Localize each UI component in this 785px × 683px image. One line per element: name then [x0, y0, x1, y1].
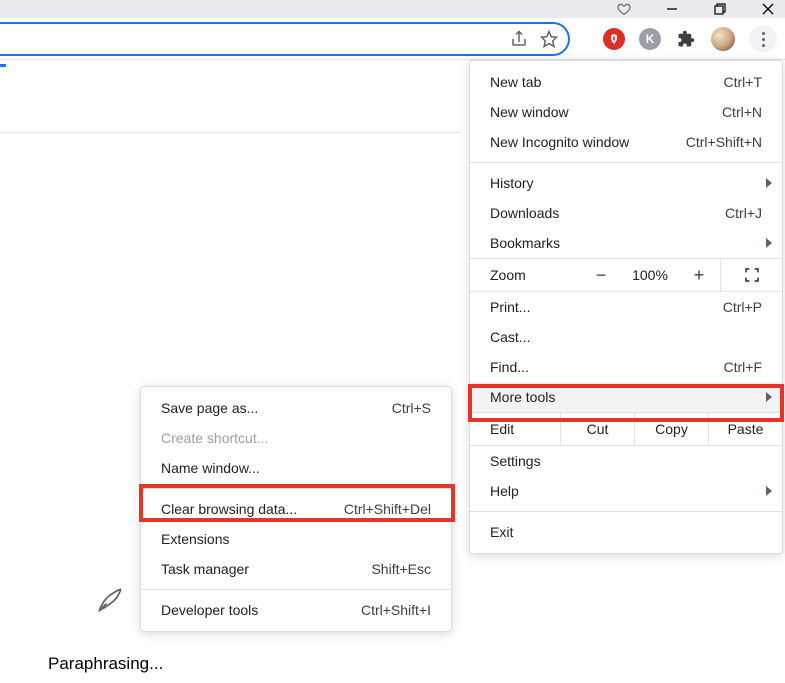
- menu-print[interactable]: Print... Ctrl+P: [470, 292, 782, 322]
- submenu-extensions[interactable]: Extensions: [141, 524, 451, 554]
- submenu-create-shortcut: Create shortcut...: [141, 423, 451, 453]
- submenu-label: Developer tools: [161, 602, 361, 618]
- omnibox[interactable]: [0, 22, 570, 56]
- window-controls: [0, 0, 785, 18]
- menu-bookmarks[interactable]: Bookmarks: [470, 228, 782, 258]
- pen-icon: [96, 586, 124, 614]
- submenu-label: Task manager: [161, 561, 371, 577]
- copy-button[interactable]: Copy: [634, 413, 708, 445]
- paste-button[interactable]: Paste: [708, 413, 782, 445]
- submenu-shortcut: Ctrl+S: [392, 400, 431, 416]
- menu-label: Help: [490, 483, 762, 499]
- submenu-shortcut: Shift+Esc: [371, 561, 431, 577]
- fullscreen-button[interactable]: [720, 259, 782, 291]
- submenu-shortcut: Ctrl+Shift+Del: [344, 501, 431, 517]
- menu-label: New tab: [490, 74, 724, 90]
- submenu-label: Extensions: [161, 531, 431, 547]
- menu-shortcut: Ctrl+Shift+N: [686, 134, 762, 150]
- menu-shortcut: Ctrl+N: [722, 104, 762, 120]
- submenu-save-page[interactable]: Save page as... Ctrl+S: [141, 393, 451, 423]
- profile-avatar[interactable]: [711, 27, 735, 51]
- submenu-label: Save page as...: [161, 400, 392, 416]
- menu-label: New window: [490, 104, 722, 120]
- submenu-separator: [141, 488, 451, 489]
- menu-exit[interactable]: Exit: [470, 517, 782, 547]
- zoom-out-button[interactable]: −: [580, 265, 622, 286]
- chevron-right-icon: [766, 238, 774, 248]
- submenu-separator: [141, 589, 451, 590]
- menu-find[interactable]: Find... Ctrl+F: [470, 352, 782, 382]
- close-icon[interactable]: [761, 2, 775, 16]
- submenu-label: Clear browsing data...: [161, 501, 344, 517]
- more-tools-submenu: Save page as... Ctrl+S Create shortcut..…: [140, 386, 452, 632]
- minimize-icon[interactable]: [665, 2, 679, 16]
- submenu-developer-tools[interactable]: Developer tools Ctrl+Shift+I: [141, 595, 451, 625]
- restore-icon[interactable]: [713, 2, 727, 16]
- menu-label: Downloads: [490, 205, 725, 221]
- extension-ublock-icon[interactable]: [603, 28, 625, 50]
- zoom-label: Zoom: [470, 267, 580, 283]
- menu-cast[interactable]: Cast...: [470, 322, 782, 352]
- menu-downloads[interactable]: Downloads Ctrl+J: [470, 198, 782, 228]
- menu-label: Bookmarks: [490, 235, 762, 251]
- menu-label: Find...: [490, 359, 724, 375]
- toolbar: K: [0, 18, 785, 60]
- menu-label: Cast...: [490, 329, 762, 345]
- share-icon[interactable]: [510, 30, 528, 48]
- menu-shortcut: Ctrl+F: [724, 359, 763, 375]
- chrome-menu-button[interactable]: [749, 25, 777, 53]
- menu-new-window[interactable]: New window Ctrl+N: [470, 97, 782, 127]
- chevron-right-icon: [766, 178, 774, 188]
- menu-separator: [470, 511, 782, 512]
- menu-new-incognito[interactable]: New Incognito window Ctrl+Shift+N: [470, 127, 782, 157]
- zoom-in-button[interactable]: +: [678, 265, 720, 286]
- menu-shortcut: Ctrl+T: [724, 74, 763, 90]
- extensions-puzzle-icon[interactable]: [675, 28, 697, 50]
- menu-zoom-row: Zoom − 100% +: [470, 258, 782, 292]
- submenu-shortcut: Ctrl+Shift+I: [361, 602, 431, 618]
- submenu-clear-browsing-data[interactable]: Clear browsing data... Ctrl+Shift+Del: [141, 494, 451, 524]
- menu-shortcut: Ctrl+P: [723, 299, 762, 315]
- chevron-right-icon: [766, 486, 774, 496]
- omnibox-input[interactable]: [0, 31, 498, 47]
- submenu-task-manager[interactable]: Task manager Shift+Esc: [141, 554, 451, 584]
- status-text: Paraphrasing...: [48, 654, 163, 674]
- menu-history[interactable]: History: [470, 168, 782, 198]
- extension-k-icon[interactable]: K: [639, 28, 661, 50]
- menu-separator: [470, 162, 782, 163]
- submenu-label: Name window...: [161, 460, 431, 476]
- menu-more-tools[interactable]: More tools: [470, 382, 782, 412]
- submenu-name-window[interactable]: Name window...: [141, 453, 451, 483]
- menu-label: New Incognito window: [490, 134, 686, 150]
- submenu-label: Create shortcut...: [161, 430, 431, 446]
- menu-help[interactable]: Help: [470, 476, 782, 506]
- menu-label: More tools: [490, 389, 762, 405]
- menu-label: History: [490, 175, 762, 191]
- menu-label: Exit: [490, 524, 762, 540]
- cut-button[interactable]: Cut: [560, 413, 634, 445]
- menu-label: Print...: [490, 299, 723, 315]
- chrome-main-menu: New tab Ctrl+T New window Ctrl+N New Inc…: [469, 60, 783, 554]
- zoom-level: 100%: [622, 267, 678, 283]
- edit-label: Edit: [470, 421, 560, 437]
- menu-label: Settings: [490, 453, 762, 469]
- menu-settings[interactable]: Settings: [470, 446, 782, 476]
- star-icon[interactable]: [540, 30, 558, 48]
- chevron-right-icon: [766, 392, 774, 402]
- menu-edit-row: Edit Cut Copy Paste: [470, 412, 782, 446]
- menu-new-tab[interactable]: New tab Ctrl+T: [470, 67, 782, 97]
- menu-shortcut: Ctrl+J: [725, 205, 762, 221]
- heart-icon[interactable]: [617, 2, 631, 16]
